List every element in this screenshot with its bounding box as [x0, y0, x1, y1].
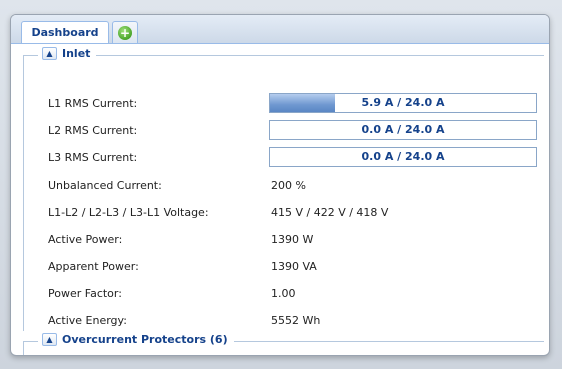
unbalanced-current-label: Unbalanced Current: — [48, 178, 162, 192]
tab-bar: Dashboard + — [11, 15, 549, 44]
voltage-label: L1-L2 / L2-L3 / L3-L1 Voltage: — [48, 205, 209, 219]
l3-rms-current-value: 0.0 A / 24.0 A — [361, 150, 445, 163]
l1-rms-current-value: 5.9 A / 24.0 A — [361, 96, 445, 109]
active-energy-label: Active Energy: — [48, 313, 127, 327]
power-factor-value: 1.00 — [271, 286, 296, 300]
active-power-label: Active Power: — [48, 232, 123, 246]
inlet-panel: ▲ Inlet L1 RMS Current: 5.9 A / 24.0 A L… — [23, 47, 544, 331]
active-energy-row: Active Energy: 5552 Wh — [48, 309, 538, 331]
voltage-row: L1-L2 / L2-L3 / L3-L1 Voltage: 415 V / 4… — [48, 201, 538, 223]
power-factor-row: Power Factor: 1.00 — [48, 282, 538, 304]
inlet-legend[interactable]: ▲ Inlet — [38, 47, 97, 60]
collapse-toggle-icon[interactable]: ▲ — [42, 47, 57, 60]
plus-circle-icon: + — [118, 25, 132, 40]
overcurrent-protectors-panel: ▲ Overcurrent Protectors (6) — [23, 333, 544, 355]
tab-dashboard[interactable]: Dashboard — [21, 21, 109, 43]
l2-rms-current-label: L2 RMS Current: — [48, 123, 138, 137]
l1-rms-current-bar: 5.9 A / 24.0 A — [269, 93, 537, 113]
apparent-power-label: Apparent Power: — [48, 259, 139, 273]
l1-rms-current-label: L1 RMS Current: — [48, 96, 138, 110]
l2-rms-current-bar: 0.0 A / 24.0 A — [269, 120, 537, 140]
overcurrent-title: Overcurrent Protectors (6) — [62, 333, 228, 346]
unbalanced-current-row: Unbalanced Current: 200 % — [48, 174, 538, 196]
apparent-power-row: Apparent Power: 1390 VA — [48, 255, 538, 277]
active-power-row: Active Power: 1390 W — [48, 228, 538, 250]
overcurrent-legend[interactable]: ▲ Overcurrent Protectors (6) — [38, 333, 234, 346]
l2-rms-current-row: L2 RMS Current: 0.0 A / 24.0 A — [48, 119, 538, 141]
voltage-value: 415 V / 422 V / 418 V — [271, 205, 389, 219]
l3-rms-current-bar: 0.0 A / 24.0 A — [269, 147, 537, 167]
expand-toggle-icon[interactable]: ▲ — [42, 333, 57, 346]
l1-rms-current-row: L1 RMS Current: 5.9 A / 24.0 A — [48, 92, 538, 114]
add-tab-button[interactable]: + — [112, 21, 138, 43]
active-power-value: 1390 W — [271, 232, 314, 246]
dashboard-window: Dashboard + ▲ Inlet L1 RMS Current: 5.9 … — [10, 14, 550, 356]
inlet-title: Inlet — [62, 47, 91, 60]
l3-rms-current-row: L3 RMS Current: 0.0 A / 24.0 A — [48, 146, 538, 168]
power-factor-label: Power Factor: — [48, 286, 122, 300]
apparent-power-value: 1390 VA — [271, 259, 317, 273]
l2-rms-current-value: 0.0 A / 24.0 A — [361, 123, 445, 136]
unbalanced-current-value: 200 % — [271, 178, 306, 192]
l3-rms-current-label: L3 RMS Current: — [48, 150, 138, 164]
active-energy-value: 5552 Wh — [271, 313, 321, 327]
